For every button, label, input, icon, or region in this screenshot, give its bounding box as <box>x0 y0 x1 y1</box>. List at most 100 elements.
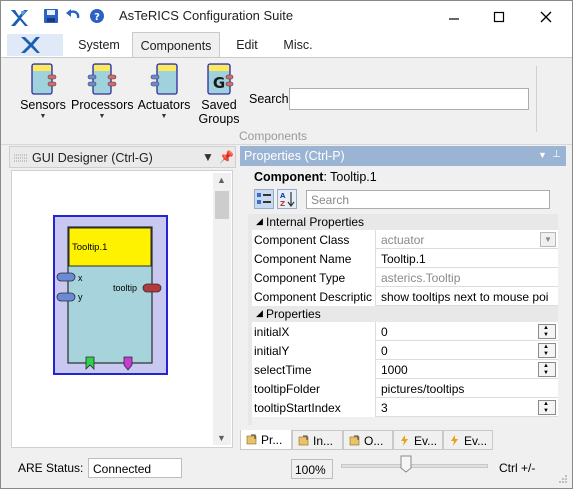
spin-up-icon[interactable]: ▲ <box>543 344 549 351</box>
undo-icon[interactable] <box>65 8 81 24</box>
property-value[interactable]: actuator <box>377 230 558 249</box>
property-value[interactable]: 1000 <box>377 360 558 379</box>
processors-button[interactable]: Processors ▼ <box>71 62 134 121</box>
app-window: ? AsTeRICS Configuration Suite System Co… <box>0 0 573 489</box>
property-value[interactable]: asterics.Tooltip <box>377 268 558 287</box>
spin-down-icon[interactable]: ▼ <box>543 408 549 415</box>
properties-header[interactable]: Properties (Ctrl-P) ▼ ⊥ <box>240 146 566 166</box>
property-row[interactable]: initialX 0 ▲ ▼ <box>252 322 558 341</box>
tab-output-ports[interactable]: O... <box>343 430 393 450</box>
category-properties[interactable]: ◢ Properties <box>252 306 558 322</box>
application-menu-button[interactable] <box>7 34 63 56</box>
tab-event-triggers[interactable]: Ev... <box>443 430 493 450</box>
property-row[interactable]: Component Name Tooltip.1 <box>252 249 558 268</box>
tab-edit[interactable]: Edit <box>224 32 270 57</box>
zoom-slider-thumb[interactable] <box>400 455 412 473</box>
property-key: Component Class <box>252 230 376 249</box>
alphabetical-view-button[interactable]: A Z <box>277 189 297 209</box>
gui-designer-title: GUI Designer (Ctrl-G) <box>32 151 153 165</box>
property-key: Component Descriptic <box>252 287 376 306</box>
numeric-spinner[interactable]: ▲ ▼ <box>538 324 556 339</box>
property-row[interactable]: tooltipStartIndex 3 ▲ ▼ <box>252 398 558 417</box>
property-row[interactable]: Component Descriptic show tooltips next … <box>252 287 558 306</box>
pin-icon[interactable]: 📌 <box>219 150 234 164</box>
event-triggers-icon <box>451 435 458 446</box>
property-row[interactable]: initialY 0 ▲ ▼ <box>252 341 558 360</box>
property-grid-panel: Component: Tooltip.1 A Z Search ◢ Intern… <box>248 166 566 428</box>
tab-system[interactable]: System <box>69 32 129 57</box>
save-icon[interactable] <box>43 8 59 24</box>
tab-label: Ev... <box>464 434 488 448</box>
tab-properties[interactable]: Pr... <box>240 430 292 450</box>
input-ports-icon <box>298 435 309 446</box>
category-label: Internal Properties <box>266 215 365 229</box>
spin-down-icon[interactable]: ▼ <box>543 370 549 377</box>
scroll-up-icon[interactable]: ▲ <box>217 175 226 185</box>
sensor-component-icon <box>31 63 57 95</box>
actuators-button[interactable]: Actuators ▼ <box>136 62 192 121</box>
maximize-button[interactable] <box>476 1 521 32</box>
property-row[interactable]: Component Type asterics.Tooltip <box>252 268 558 287</box>
pane-menu-chevron-icon[interactable]: ▼ <box>202 150 214 164</box>
input-port-y[interactable] <box>56 292 76 302</box>
property-value[interactable]: 0 <box>377 322 558 341</box>
property-value[interactable]: 3 <box>377 398 558 417</box>
category-internal-properties[interactable]: ◢ Internal Properties <box>252 214 558 230</box>
spin-down-icon[interactable]: ▼ <box>543 332 549 339</box>
numeric-spinner[interactable]: ▲ ▼ <box>538 362 556 377</box>
input-port-label: x <box>78 273 83 283</box>
chevron-down-icon[interactable]: ▼ <box>540 232 556 247</box>
property-value[interactable]: pictures/tooltips <box>377 379 558 398</box>
property-key: initialY <box>252 341 376 360</box>
numeric-spinner[interactable]: ▲ ▼ <box>538 343 556 358</box>
vertical-scrollbar[interactable]: ▲ ▼ <box>213 173 231 445</box>
svg-text:Z: Z <box>280 200 285 208</box>
collapse-triangle-icon[interactable]: ◢ <box>256 216 263 227</box>
asterics-logo-icon[interactable] <box>9 8 29 28</box>
gui-designer-pane: GUI Designer (Ctrl-G) ▼ 📌 Tooltip.1 x y … <box>9 146 236 450</box>
close-button[interactable] <box>521 1 571 32</box>
pane-menu-chevron-icon[interactable]: ▼ <box>538 150 547 160</box>
scroll-thumb[interactable] <box>215 191 229 219</box>
property-value[interactable]: 0 <box>377 341 558 360</box>
collapse-triangle-icon[interactable]: ◢ <box>256 308 263 319</box>
tab-misc[interactable]: Misc. <box>273 32 323 57</box>
gui-designer-canvas[interactable]: Tooltip.1 x y tooltip ▲ ▼ <box>11 170 233 448</box>
spin-up-icon[interactable]: ▲ <box>543 401 549 408</box>
spin-up-icon[interactable]: ▲ <box>543 325 549 332</box>
output-ports-icon <box>349 435 360 446</box>
gui-designer-header[interactable]: GUI Designer (Ctrl-G) ▼ 📌 <box>9 146 236 168</box>
output-port-tooltip[interactable] <box>142 283 162 293</box>
property-value[interactable]: show tooltips next to mouse poi <box>377 287 558 306</box>
tab-input-ports[interactable]: In... <box>292 430 343 450</box>
minimize-button[interactable] <box>431 1 476 32</box>
ribbon-panel: Sensors ▼ Processors ▼ Actuators ▼ G Sav… <box>1 57 572 145</box>
properties-icon <box>246 434 257 445</box>
drag-grip-icon[interactable] <box>14 153 28 163</box>
tab-event-listeners[interactable]: Ev... <box>393 430 443 450</box>
property-row[interactable]: tooltipFolder pictures/tooltips <box>252 379 558 398</box>
tab-components[interactable]: Components <box>132 32 220 58</box>
sensors-button[interactable]: Sensors ▼ <box>17 62 69 121</box>
pin-icon[interactable]: ⊥ <box>552 149 561 160</box>
zoom-level: 100% <box>291 459 333 479</box>
scroll-down-icon[interactable]: ▼ <box>217 433 226 443</box>
property-search-input[interactable]: Search <box>306 190 550 209</box>
input-port-x[interactable] <box>56 272 76 282</box>
resize-grip-icon[interactable] <box>558 474 568 484</box>
spin-up-icon[interactable]: ▲ <box>543 363 549 370</box>
property-row[interactable]: Component Class actuator ▼ <box>252 230 558 249</box>
property-row[interactable]: selectTime 1000 ▲ ▼ <box>252 360 558 379</box>
categorized-view-button[interactable] <box>254 189 274 209</box>
saved-groups-button[interactable]: G Saved Groups <box>193 62 245 126</box>
tab-label: Pr... <box>261 433 283 447</box>
spin-down-icon[interactable]: ▼ <box>543 351 549 358</box>
help-icon[interactable]: ? <box>89 8 105 24</box>
properties-bottom-tabs: Pr... In... O... Ev... Ev... <box>240 430 566 450</box>
property-value[interactable]: Tooltip.1 <box>377 249 558 268</box>
ribbon-search-input[interactable] <box>289 88 529 110</box>
zoom-slider-track[interactable] <box>341 464 488 468</box>
are-status-value: Connected <box>88 458 182 478</box>
numeric-spinner[interactable]: ▲ ▼ <box>538 400 556 415</box>
status-bar: ARE Status: Connected 100% Ctrl +/- <box>1 454 572 488</box>
